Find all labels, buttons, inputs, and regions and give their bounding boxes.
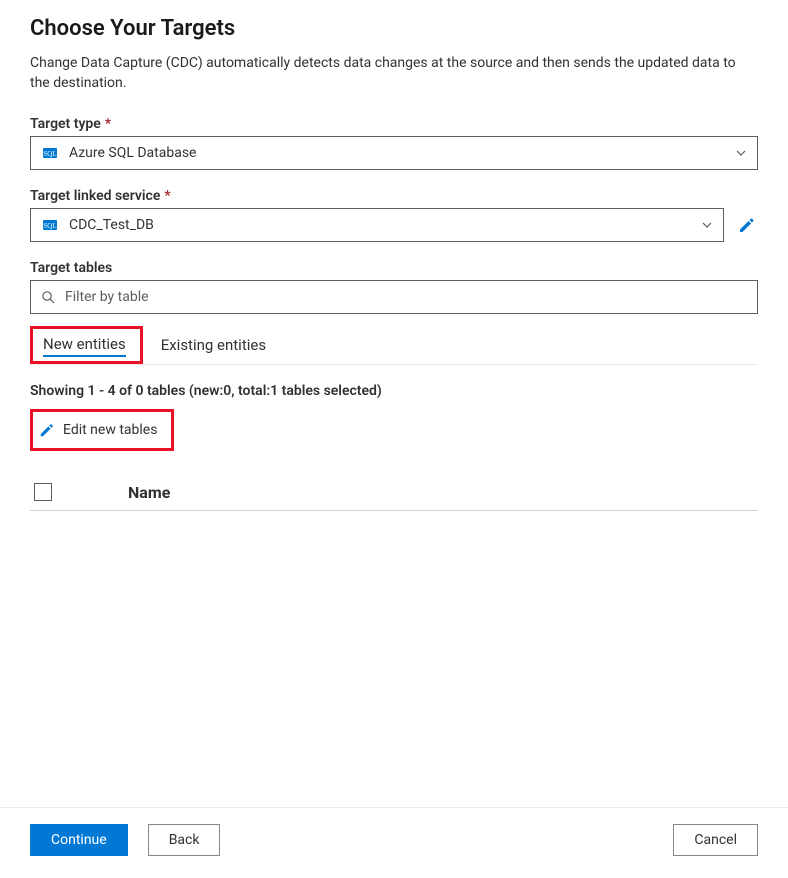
tab-new-highlight-box: New entities [30, 326, 143, 364]
linked-service-select[interactable]: SQL CDC_Test_DB [30, 208, 724, 242]
select-all-checkbox[interactable] [34, 483, 52, 501]
column-header-name: Name [128, 483, 170, 502]
showing-count: Showing 1 - 4 of 0 tables (new:0, total:… [30, 383, 758, 399]
chevron-down-icon [735, 147, 747, 159]
table-header-row: Name [30, 477, 758, 511]
target-tables-label: Target tables [30, 260, 758, 276]
azure-sql-icon: SQL [41, 216, 59, 234]
footer-bar: Continue Back Cancel [0, 807, 788, 878]
edit-new-tables-label: Edit new tables [63, 422, 157, 438]
pencil-icon [39, 422, 55, 438]
page-title: Choose Your Targets [30, 16, 758, 41]
page-description: Change Data Capture (CDC) automatically … [30, 53, 758, 94]
search-icon [41, 290, 55, 304]
edit-new-tables-button[interactable]: Edit new tables [39, 422, 157, 438]
cancel-button[interactable]: Cancel [673, 824, 758, 856]
svg-text:SQL: SQL [43, 222, 56, 230]
azure-sql-icon: SQL [41, 144, 59, 162]
target-type-label: Target type * [30, 116, 758, 132]
tab-new-entities[interactable]: New entities [33, 329, 140, 361]
linked-service-label: Target linked service * [30, 188, 758, 204]
target-type-value: Azure SQL Database [69, 145, 735, 161]
required-mark: * [164, 188, 170, 204]
filter-tables-input-wrap[interactable] [30, 280, 758, 314]
filter-tables-input[interactable] [63, 288, 747, 306]
chevron-down-icon [701, 219, 713, 231]
continue-button[interactable]: Continue [30, 824, 128, 856]
target-type-select[interactable]: SQL Azure SQL Database [30, 136, 758, 170]
back-button[interactable]: Back [148, 824, 221, 856]
linked-service-value: CDC_Test_DB [69, 217, 701, 233]
edit-linked-service-button[interactable] [736, 214, 758, 236]
required-mark: * [105, 116, 111, 132]
tab-existing-entities[interactable]: Existing entities [151, 328, 280, 364]
edit-new-tables-highlight-box: Edit new tables [30, 409, 174, 451]
svg-text:SQL: SQL [43, 150, 56, 158]
pencil-icon [738, 216, 756, 234]
